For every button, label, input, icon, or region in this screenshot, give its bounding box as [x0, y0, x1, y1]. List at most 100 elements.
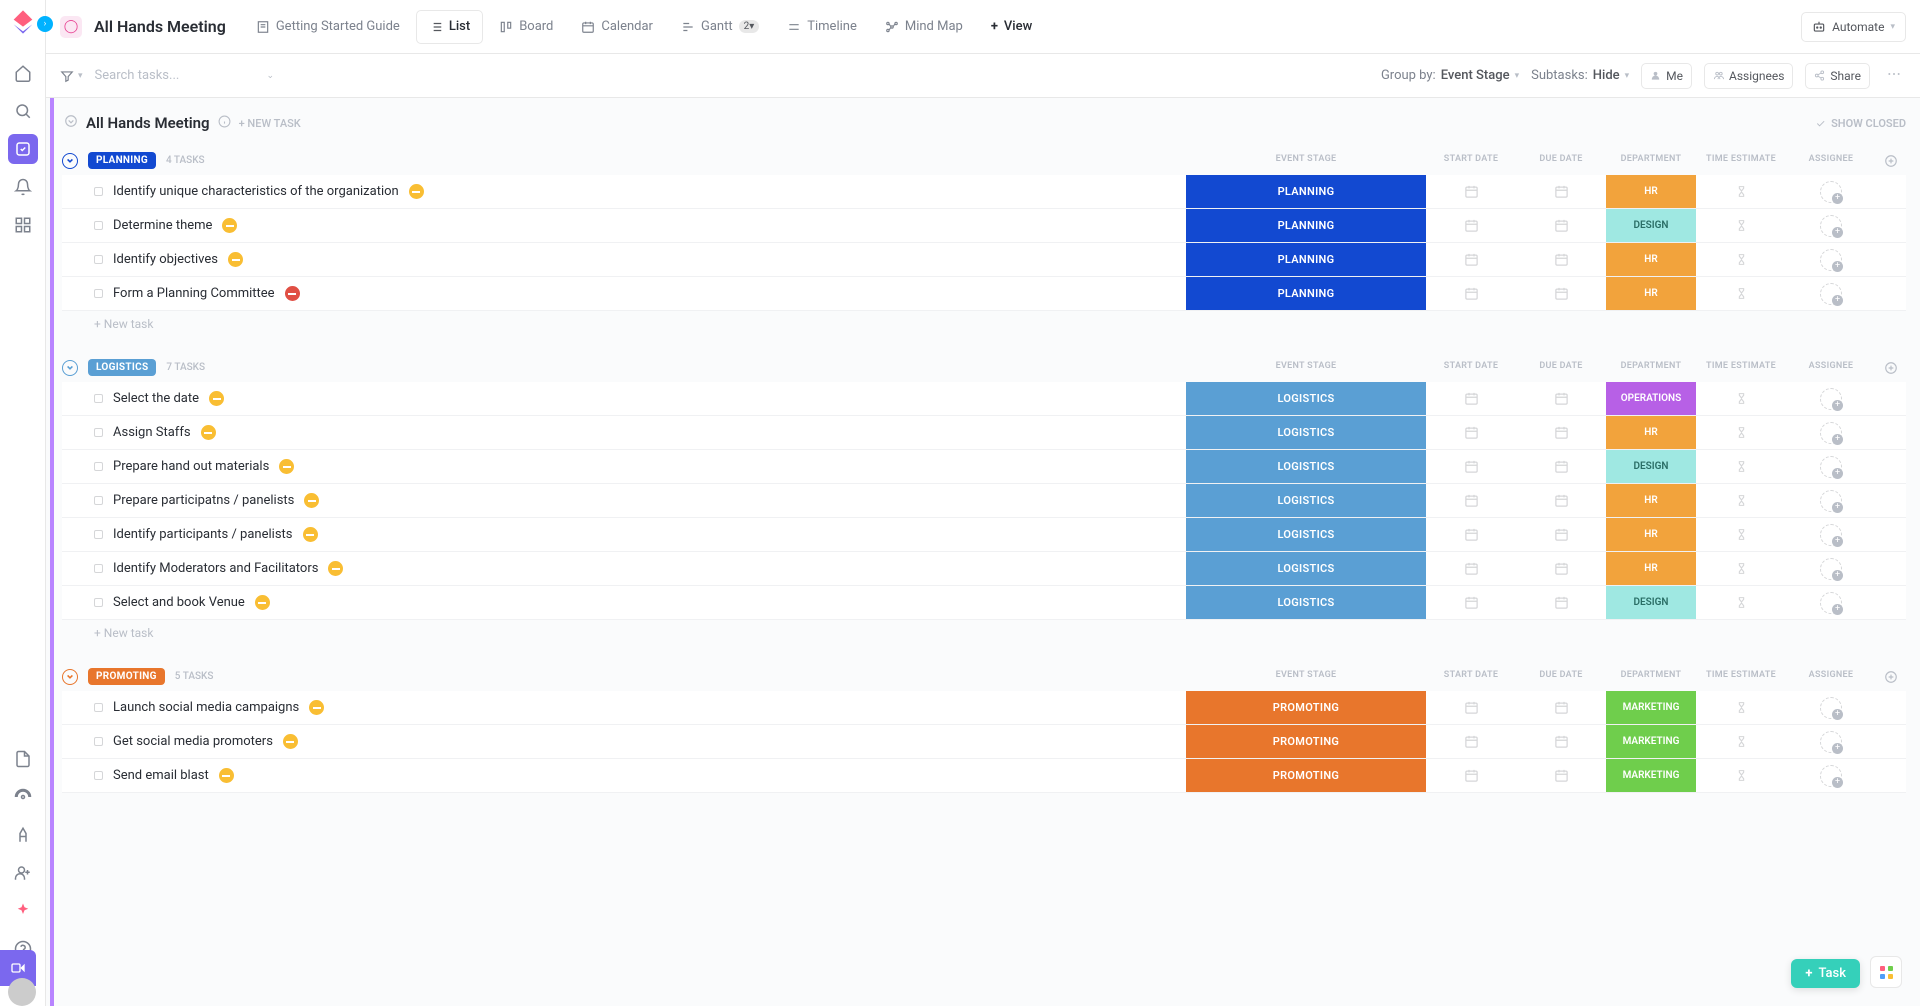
task-row[interactable]: Prepare participatns / panelistsLOGISTIC… [62, 484, 1906, 518]
assignee-cell[interactable] [1786, 518, 1876, 551]
tab-mindmap[interactable]: Mind Map [873, 10, 975, 44]
status-dot[interactable] [94, 289, 103, 298]
new-task-row[interactable]: + New task [62, 620, 1906, 646]
due-date-cell[interactable] [1516, 450, 1606, 483]
department-cell[interactable]: HR [1606, 277, 1696, 310]
due-date-cell[interactable] [1516, 382, 1606, 415]
share-button[interactable]: Share [1805, 63, 1870, 89]
new-task-link[interactable]: + New task [239, 117, 301, 130]
status-dot[interactable] [94, 221, 103, 230]
nav-tasks[interactable] [8, 134, 38, 164]
chevron-down-icon[interactable]: ⌄ [267, 71, 275, 81]
department-cell[interactable]: OPERATIONS [1606, 382, 1696, 415]
user-avatar[interactable] [8, 978, 36, 1006]
department-cell[interactable]: DESIGN [1606, 450, 1696, 483]
time-cell[interactable] [1696, 416, 1786, 449]
task-row[interactable]: Identify objectivesPLANNINGHR [62, 243, 1906, 277]
task-row[interactable]: Get social media promotersPROMOTINGMARKE… [62, 725, 1906, 759]
task-row[interactable]: Select the dateLOGISTICSOPERATIONS [62, 382, 1906, 416]
group-badge[interactable]: PLANNING [88, 152, 156, 169]
stage-cell[interactable]: LOGISTICS [1186, 382, 1426, 415]
subtasks-select[interactable]: Subtasks: Hide ▾ [1531, 68, 1629, 83]
priority-icon[interactable] [409, 184, 424, 199]
assignee-cell[interactable] [1786, 277, 1876, 310]
app-logo[interactable] [9, 8, 37, 36]
stage-cell[interactable]: LOGISTICS [1186, 552, 1426, 585]
priority-icon[interactable] [222, 218, 237, 233]
priority-icon[interactable] [209, 391, 224, 406]
due-date-cell[interactable] [1516, 175, 1606, 208]
filter-button[interactable]: ▾ [60, 69, 83, 83]
add-view[interactable]: + View [979, 10, 1044, 44]
status-dot[interactable] [94, 737, 103, 746]
start-date-cell[interactable] [1426, 484, 1516, 517]
start-date-cell[interactable] [1426, 277, 1516, 310]
task-row[interactable]: Determine themePLANNINGDESIGN [62, 209, 1906, 243]
department-cell[interactable]: HR [1606, 243, 1696, 276]
status-dot[interactable] [94, 255, 103, 264]
nav-pulse[interactable] [8, 782, 38, 812]
nav-ai[interactable] [8, 896, 38, 926]
priority-icon[interactable] [303, 527, 318, 542]
status-dot[interactable] [94, 771, 103, 780]
info-icon[interactable] [218, 115, 231, 132]
department-cell[interactable]: HR [1606, 175, 1696, 208]
status-dot[interactable] [94, 428, 103, 437]
task-row[interactable]: Identify unique characteristics of the o… [62, 175, 1906, 209]
start-date-cell[interactable] [1426, 175, 1516, 208]
stage-cell[interactable]: LOGISTICS [1186, 484, 1426, 517]
status-dot[interactable] [94, 530, 103, 539]
priority-icon[interactable] [279, 459, 294, 474]
group-collapse[interactable] [62, 360, 78, 376]
start-date-cell[interactable] [1426, 243, 1516, 276]
stage-cell[interactable]: LOGISTICS [1186, 416, 1426, 449]
start-date-cell[interactable] [1426, 725, 1516, 758]
due-date-cell[interactable] [1516, 484, 1606, 517]
time-cell[interactable] [1696, 484, 1786, 517]
status-dot[interactable] [94, 462, 103, 471]
time-cell[interactable] [1696, 586, 1786, 619]
assignee-cell[interactable] [1786, 725, 1876, 758]
new-task-row[interactable]: + New task [62, 311, 1906, 337]
stage-cell[interactable]: PLANNING [1186, 209, 1426, 242]
group-collapse[interactable] [62, 153, 78, 169]
task-row[interactable]: Select and book VenueLOGISTICSDESIGN [62, 586, 1906, 620]
start-date-cell[interactable] [1426, 416, 1516, 449]
collapse-icon[interactable] [64, 114, 78, 132]
group-badge[interactable]: LOGISTICS [88, 359, 156, 376]
priority-icon[interactable] [304, 493, 319, 508]
department-cell[interactable]: DESIGN [1606, 209, 1696, 242]
priority-icon[interactable] [328, 561, 343, 576]
task-row[interactable]: Identify participants / panelistsLOGISTI… [62, 518, 1906, 552]
nav-apps[interactable] [8, 210, 38, 240]
assignee-cell[interactable] [1786, 382, 1876, 415]
show-closed-toggle[interactable]: Show Closed [1815, 117, 1906, 130]
due-date-cell[interactable] [1516, 209, 1606, 242]
nav-notifications[interactable] [8, 172, 38, 202]
assignee-cell[interactable] [1786, 586, 1876, 619]
status-dot[interactable] [94, 187, 103, 196]
add-column[interactable] [1876, 154, 1906, 168]
status-dot[interactable] [94, 703, 103, 712]
assignee-cell[interactable] [1786, 759, 1876, 792]
task-row[interactable]: Launch social media campaignsPROMOTINGMA… [62, 691, 1906, 725]
task-row[interactable]: Prepare hand out materialsLOGISTICSDESIG… [62, 450, 1906, 484]
space-icon[interactable]: ◯ [60, 16, 82, 38]
assignees-filter[interactable]: Assignees [1704, 63, 1793, 89]
stage-cell[interactable]: PROMOTING [1186, 725, 1426, 758]
priority-icon[interactable] [219, 768, 234, 783]
start-date-cell[interactable] [1426, 691, 1516, 724]
sidebar-toggle[interactable]: › [37, 16, 53, 32]
due-date-cell[interactable] [1516, 277, 1606, 310]
task-row[interactable]: Send email blastPROMOTINGMARKETING [62, 759, 1906, 793]
due-date-cell[interactable] [1516, 518, 1606, 551]
time-cell[interactable] [1696, 759, 1786, 792]
priority-icon[interactable] [201, 425, 216, 440]
due-date-cell[interactable] [1516, 552, 1606, 585]
start-date-cell[interactable] [1426, 759, 1516, 792]
assignee-cell[interactable] [1786, 209, 1876, 242]
assignee-cell[interactable] [1786, 416, 1876, 449]
department-cell[interactable]: HR [1606, 552, 1696, 585]
start-date-cell[interactable] [1426, 586, 1516, 619]
stage-cell[interactable]: LOGISTICS [1186, 518, 1426, 551]
